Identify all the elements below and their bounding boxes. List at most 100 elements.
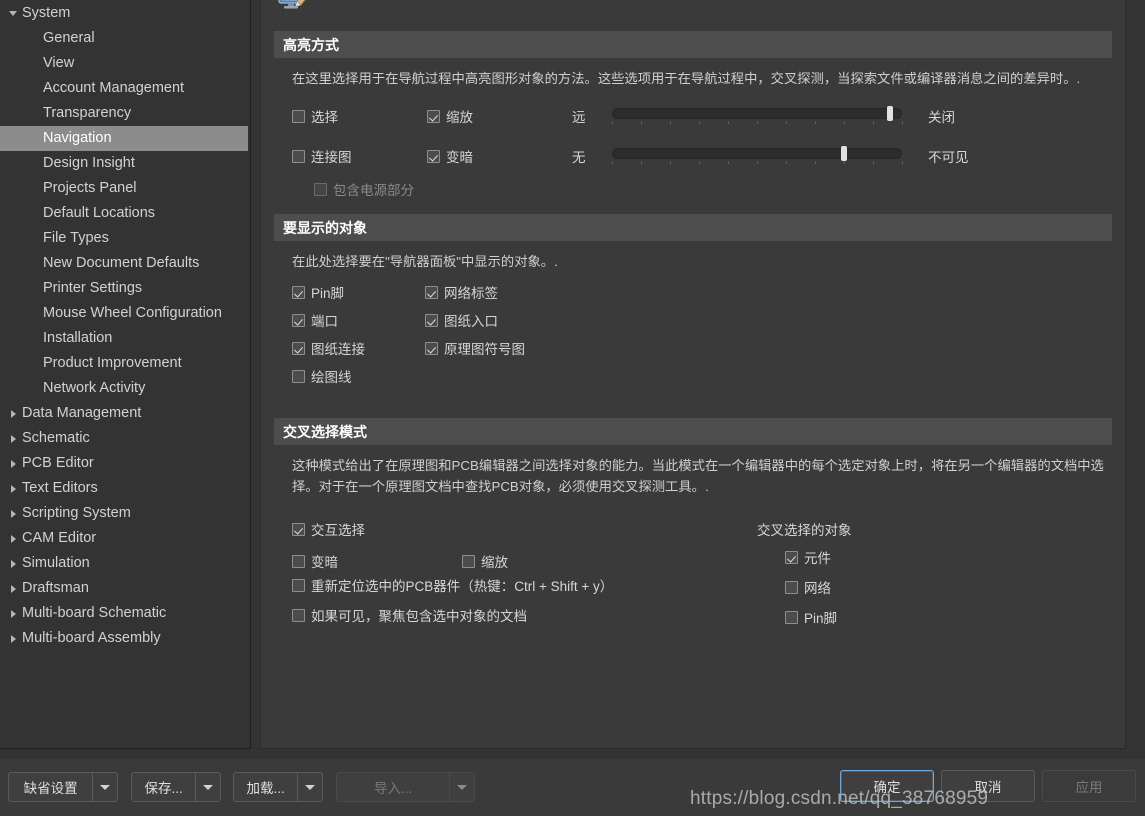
load-button[interactable]: 加载... [234,773,297,801]
sidebar-item-installation[interactable]: Installation [0,326,250,351]
slider-track [612,148,902,159]
apply-button: 应用 [1042,770,1136,802]
checkbox-display-object-col1-4[interactable]: 绘图线 [292,366,352,386]
cross-select-mode-section: 交叉选择模式 这种模式给出了在原理图和PCB编辑器之间选择对象的能力。当此模式在… [274,418,1112,637]
dim-slider[interactable] [612,146,903,166]
crossselect-left-column: 交互选择 变暗 缩放 重新定位选中的PCB器件（热键：Ctrl + Shift … [292,519,757,637]
chevron-right-icon[interactable] [8,451,18,476]
sidebar-item-projects-panel[interactable]: Projects Panel [0,176,250,201]
default-settings-button[interactable]: 缺省设置 [9,773,92,801]
checkbox-label: 变暗 [446,150,473,165]
sidebar-item-default-locations[interactable]: Default Locations [0,201,250,226]
chevron-right-icon[interactable] [8,626,18,651]
settings-tree-sidebar[interactable]: System General View Account Management Trans… [0,0,251,749]
chevron-right-icon[interactable] [8,551,18,576]
checkbox-row: 原理图符号图 [425,338,685,366]
slider-tick [757,161,758,164]
sidebar-item-label: View [43,55,75,71]
slider-thumb[interactable] [841,146,847,161]
sidebar-item-cam-editor[interactable]: CAM Editor [0,526,250,551]
sidebar-item-design-insight[interactable]: Design Insight [0,151,250,176]
objects-section-header: 要显示的对象 [274,214,1112,241]
checkbox-zoom[interactable]: 缩放 [427,106,473,126]
load-split-button[interactable]: 加载... [233,772,323,802]
triangle-glyph [10,534,16,543]
checkbox-focus-document[interactable]: 如果可见，聚焦包含选中对象的文档 [292,605,527,625]
checkbox-crossselect-object-1[interactable]: 元件 [785,547,831,567]
default-settings-dropdown-arrow[interactable] [93,773,117,801]
sidebar-item-scripting-system[interactable]: Scripting System [0,501,250,526]
sidebar-item-account-management[interactable]: Account Management [0,76,250,101]
crossselect-objects-list: 元件网络 Pin脚 [757,547,997,637]
sidebar-item-label: Scripting System [22,505,131,521]
checkbox-display-object-col1-2[interactable]: 端口 [292,310,338,330]
sidebar-item-navigation[interactable]: Navigation [0,126,248,151]
sidebar-item-view[interactable]: View [0,51,250,76]
checkbox-interactive-select[interactable]: 交互选择 [292,519,365,539]
chevron-down-icon[interactable] [8,1,18,26]
sidebar-item-mouse-wheel-configuration[interactable]: Mouse Wheel Configuration [0,301,250,326]
chevron-right-icon[interactable] [8,401,18,426]
sidebar-item-system[interactable]: System [0,1,250,26]
triangle-glyph [10,559,16,568]
sidebar-item-printer-settings[interactable]: Printer Settings [0,276,250,301]
sidebar-item-simulation[interactable]: Simulation [0,551,250,576]
chevron-right-icon[interactable] [8,501,18,526]
checkbox-display-object-col2-1[interactable]: 网络标签 [425,282,498,302]
sidebar-item-label: Printer Settings [43,280,143,296]
objects-to-display-section: 要显示的对象 在此处选择要在"导航器面板"中显示的对象。. Pin脚 端口 图纸连接… [274,214,1112,394]
checkbox-crossselect-object-2[interactable]: 网络 [785,577,831,597]
cancel-button[interactable]: 取消 [941,770,1035,802]
sidebar-item-new-document-defaults[interactable]: New Document Defaults [0,251,250,276]
sidebar-item-data-management[interactable]: Data Management [0,401,250,426]
checkbox-dim[interactable]: 变暗 [427,146,473,166]
checkbox-crossselect-zoom[interactable]: 缩放 [462,551,508,571]
sidebar-item-draftsman[interactable]: Draftsman [0,576,250,601]
checkbox-label: 原理图符号图 [444,342,525,357]
checkbox-box [292,554,305,568]
checkbox-display-object-col2-2[interactable]: 图纸入口 [425,310,498,330]
save-dropdown-arrow[interactable] [196,773,220,801]
triangle-glyph [10,509,16,518]
default-settings-split-button[interactable]: 缺省设置 [8,772,118,802]
checkbox-box [425,285,438,299]
sidebar-item-network-activity[interactable]: Network Activity [0,376,250,401]
save-button[interactable]: 保存... [132,773,195,801]
checkbox-connect-graph[interactable]: 连接图 [292,146,352,166]
sidebar-item-file-types[interactable]: File Types [0,226,250,251]
sidebar-item-multi-board-schematic[interactable]: Multi-board Schematic [0,601,250,626]
chevron-right-icon[interactable] [8,526,18,551]
checkbox-row: 元件 [785,547,997,577]
checkbox-display-object-col1-1[interactable]: Pin脚 [292,282,344,302]
save-split-button[interactable]: 保存... [131,772,221,802]
checkbox-crossselect-object-3[interactable]: Pin脚 [785,607,837,627]
sidebar-item-product-improvement[interactable]: Product Improvement [0,351,250,376]
ok-button[interactable]: 确定 [840,770,934,802]
load-dropdown-arrow[interactable] [298,773,322,801]
sidebar-item-pcb-editor[interactable]: PCB Editor [0,451,250,476]
checkbox-crossselect-dim[interactable]: 变暗 [292,551,338,571]
checkbox-label: 包含电源部分 [333,183,414,198]
sidebar-item-label: Simulation [22,555,90,571]
settings-tree[interactable]: System General View Account Management Trans… [0,0,250,651]
zoom-slider[interactable] [612,106,903,126]
checkbox-reposition-pcb[interactable]: 重新定位选中的PCB器件（热键：Ctrl + Shift + y） [292,575,613,595]
checkbox-label: 交互选择 [311,523,365,538]
chevron-right-icon[interactable] [8,476,18,501]
sidebar-item-general[interactable]: General [0,26,250,51]
checkbox-select[interactable]: 选择 [292,106,338,126]
slider-thumb[interactable] [887,106,894,121]
chevron-right-icon[interactable] [8,601,18,626]
sidebar-item-multi-board-assembly[interactable]: Multi-board Assembly [0,626,250,651]
checkbox-display-object-col1-3[interactable]: 图纸连接 [292,338,365,358]
crossselect-row-interactive: 交互选择 [292,519,757,547]
chevron-right-icon[interactable] [8,426,18,451]
slider-ticks [612,121,903,125]
chevron-right-icon[interactable] [8,576,18,601]
sidebar-item-transparency[interactable]: Transparency [0,101,250,126]
sidebar-item-schematic[interactable]: Schematic [0,426,250,451]
zoom-slider-right-label: 关闭 [928,110,955,125]
sidebar-item-text-editors[interactable]: Text Editors [0,476,250,501]
triangle-glyph [9,11,17,16]
checkbox-display-object-col2-3[interactable]: 原理图符号图 [425,338,525,358]
